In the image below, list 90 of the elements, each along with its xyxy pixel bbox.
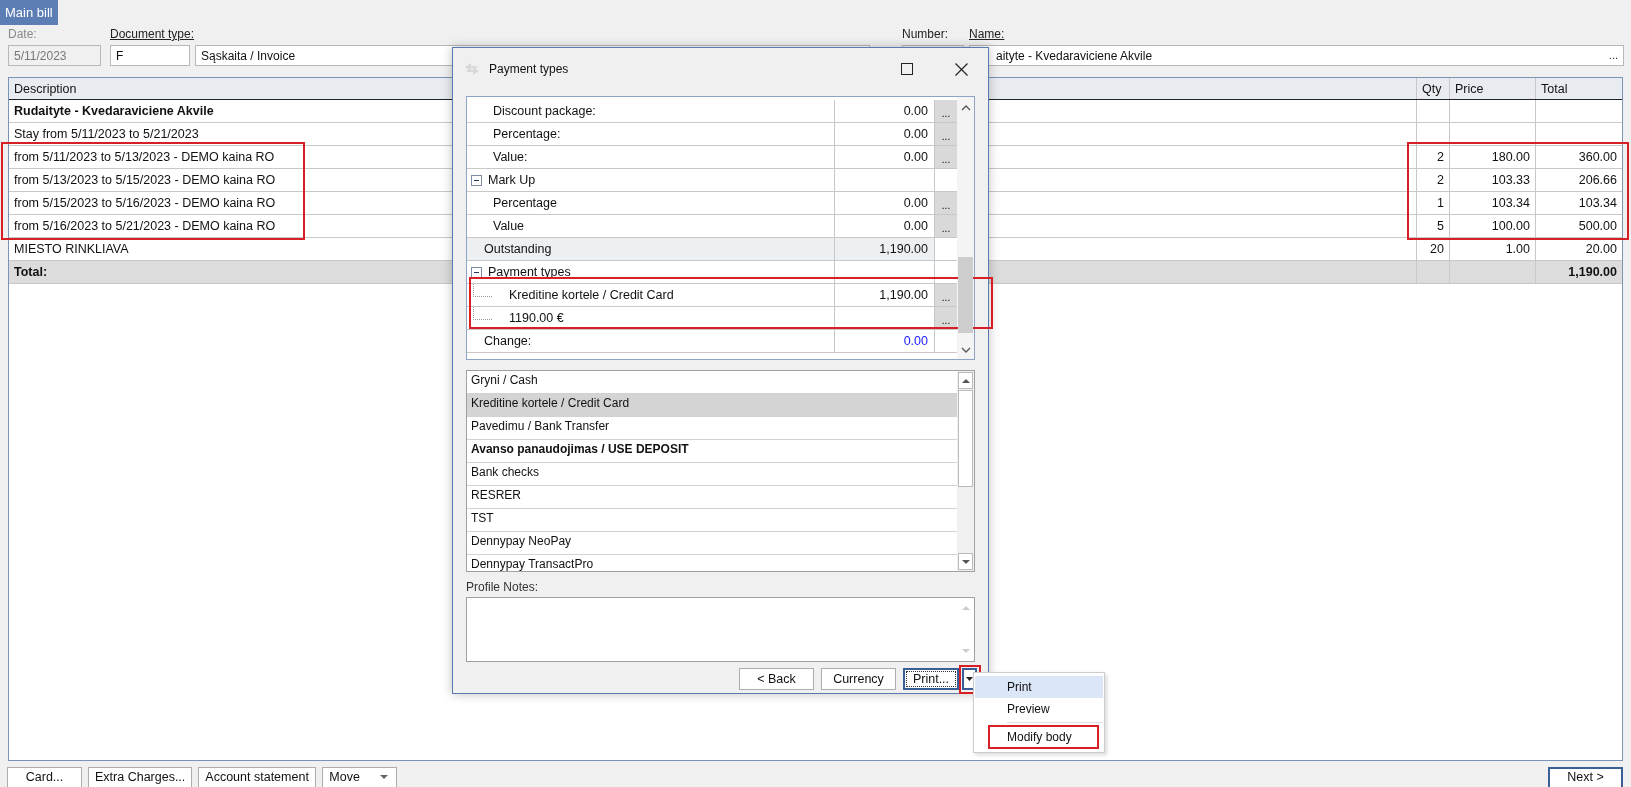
property-value: 0.00 [903,196,928,210]
profile-notes-field[interactable] [466,597,975,662]
property-label: Kreditine kortele / Credit Card [509,288,674,302]
property-label: Value: [493,150,528,164]
property-label: Mark Up [488,173,536,187]
table-cell: 20 [1417,238,1450,260]
table-cell: 103.33 [1450,169,1536,191]
browse-button[interactable]: ... [935,215,957,237]
browse-button[interactable]: ... [935,146,957,168]
table-cell: 2 [1417,146,1450,168]
scroll-up-icon [961,378,970,383]
dialog-title: Payment types [489,62,569,76]
table-cell: 1 [1417,192,1450,214]
table-cell-text: 103.34 [1577,195,1618,212]
table-cell-text: 1,190.00 [1567,264,1618,281]
property-label: 1190.00 € [509,311,564,325]
table-cell-text: 20.00 [1584,241,1618,258]
property-value: 0.00 [903,219,928,233]
browse-button[interactable]: ... [935,307,957,329]
table-cell: 103.34 [1450,192,1536,214]
toolbar-button[interactable]: Extra Charges... [88,767,193,787]
document-type-label: Document type: [110,27,196,41]
table-cell: 180.00 [1450,146,1536,168]
property-label: Discount package: [493,104,596,118]
scrollbar-thumb[interactable] [958,390,973,487]
table-cell-text: 360.00 [1577,149,1618,166]
scroll-up-button[interactable] [958,372,973,389]
property-value: 1,190.00 [879,242,928,256]
browse-button[interactable]: ... [935,100,957,122]
property-value: 0.00 [903,104,928,118]
property-value: 0.00 [903,127,928,141]
table-cell: 100.00 [1450,215,1536,237]
scroll-up-icon[interactable] [960,105,971,111]
table-cell: 1.00 [1450,238,1536,260]
list-item[interactable]: RESRER [467,486,957,509]
maximize-icon [901,63,913,75]
property-label: Percentage: [493,127,561,141]
toolbar-button[interactable]: Account statement [198,767,316,787]
table-cell-text: 500.00 [1577,218,1618,235]
list-item[interactable]: Bank checks [467,463,957,486]
property-value: 1,190.00 [879,288,928,302]
app-icon [463,60,481,78]
menu-item[interactable]: Print [975,676,1103,698]
list-item[interactable]: Kreditine kortele / Credit Card [467,394,957,417]
caret-icon [379,775,388,779]
browse-button[interactable]: ... [935,192,957,214]
scroll-down-button[interactable] [958,553,973,570]
collapse-icon[interactable] [471,266,482,278]
collapse-icon[interactable] [471,174,482,186]
property-label: Outstanding [484,242,552,256]
name-label: Name: [969,27,1006,41]
column-header[interactable]: Price [1450,78,1536,99]
scroll-down-icon[interactable] [960,347,971,353]
browse-button[interactable]: ... [1608,49,1618,62]
list-item[interactable]: Pavedimu / Bank Transfer [467,417,957,440]
property-value: 0.00 [903,334,928,348]
property-value: 0.00 [903,150,928,164]
document-code-field[interactable]: F [110,45,190,66]
column-header[interactable]: Qty [1417,78,1450,99]
browse-button[interactable]: ... [935,284,957,306]
menu-item[interactable]: Modify body [990,727,1097,747]
number-label: Number: [902,27,949,41]
next-button[interactable]: Next > [1548,767,1623,787]
menu-item[interactable]: Preview [975,698,1103,720]
scroll-down-icon [961,559,970,564]
property-label: Value [493,219,525,233]
property-label: Percentage [493,196,557,210]
browse-button[interactable]: ... [935,123,957,145]
close-icon [954,62,968,76]
list-item[interactable]: TST [467,509,957,532]
toolbar-button[interactable]: Move [321,767,397,787]
profile-notes-label: Profile Notes: [466,580,540,594]
property-label: Change: [484,334,532,348]
name-field[interactable]: aityte - Kvedaraviciene Akvile ... [969,45,1624,66]
list-item[interactable]: Avanso panaudojimas / USE DEPOSIT [467,440,957,463]
column-header[interactable]: Total [1536,78,1622,99]
toolbar-button[interactable]: Card... [7,767,82,787]
print-button[interactable]: Print... [903,668,959,690]
main-bill-tab[interactable]: Main bill [0,0,58,25]
dialog-button[interactable]: < Back [739,668,814,690]
scrollbar-thumb[interactable] [958,257,973,333]
table-cell-text: 206.66 [1577,172,1618,189]
list-item[interactable]: Dennypay NeoPay [467,532,957,555]
table-cell: 2 [1417,169,1450,191]
date-label: Date: [8,27,38,41]
caret-icon [966,677,973,681]
table-cell: 5 [1417,215,1450,237]
dialog-button[interactable]: Currency [821,668,896,690]
scroll-down-icon [961,649,970,653]
scroll-up-icon [961,606,970,610]
